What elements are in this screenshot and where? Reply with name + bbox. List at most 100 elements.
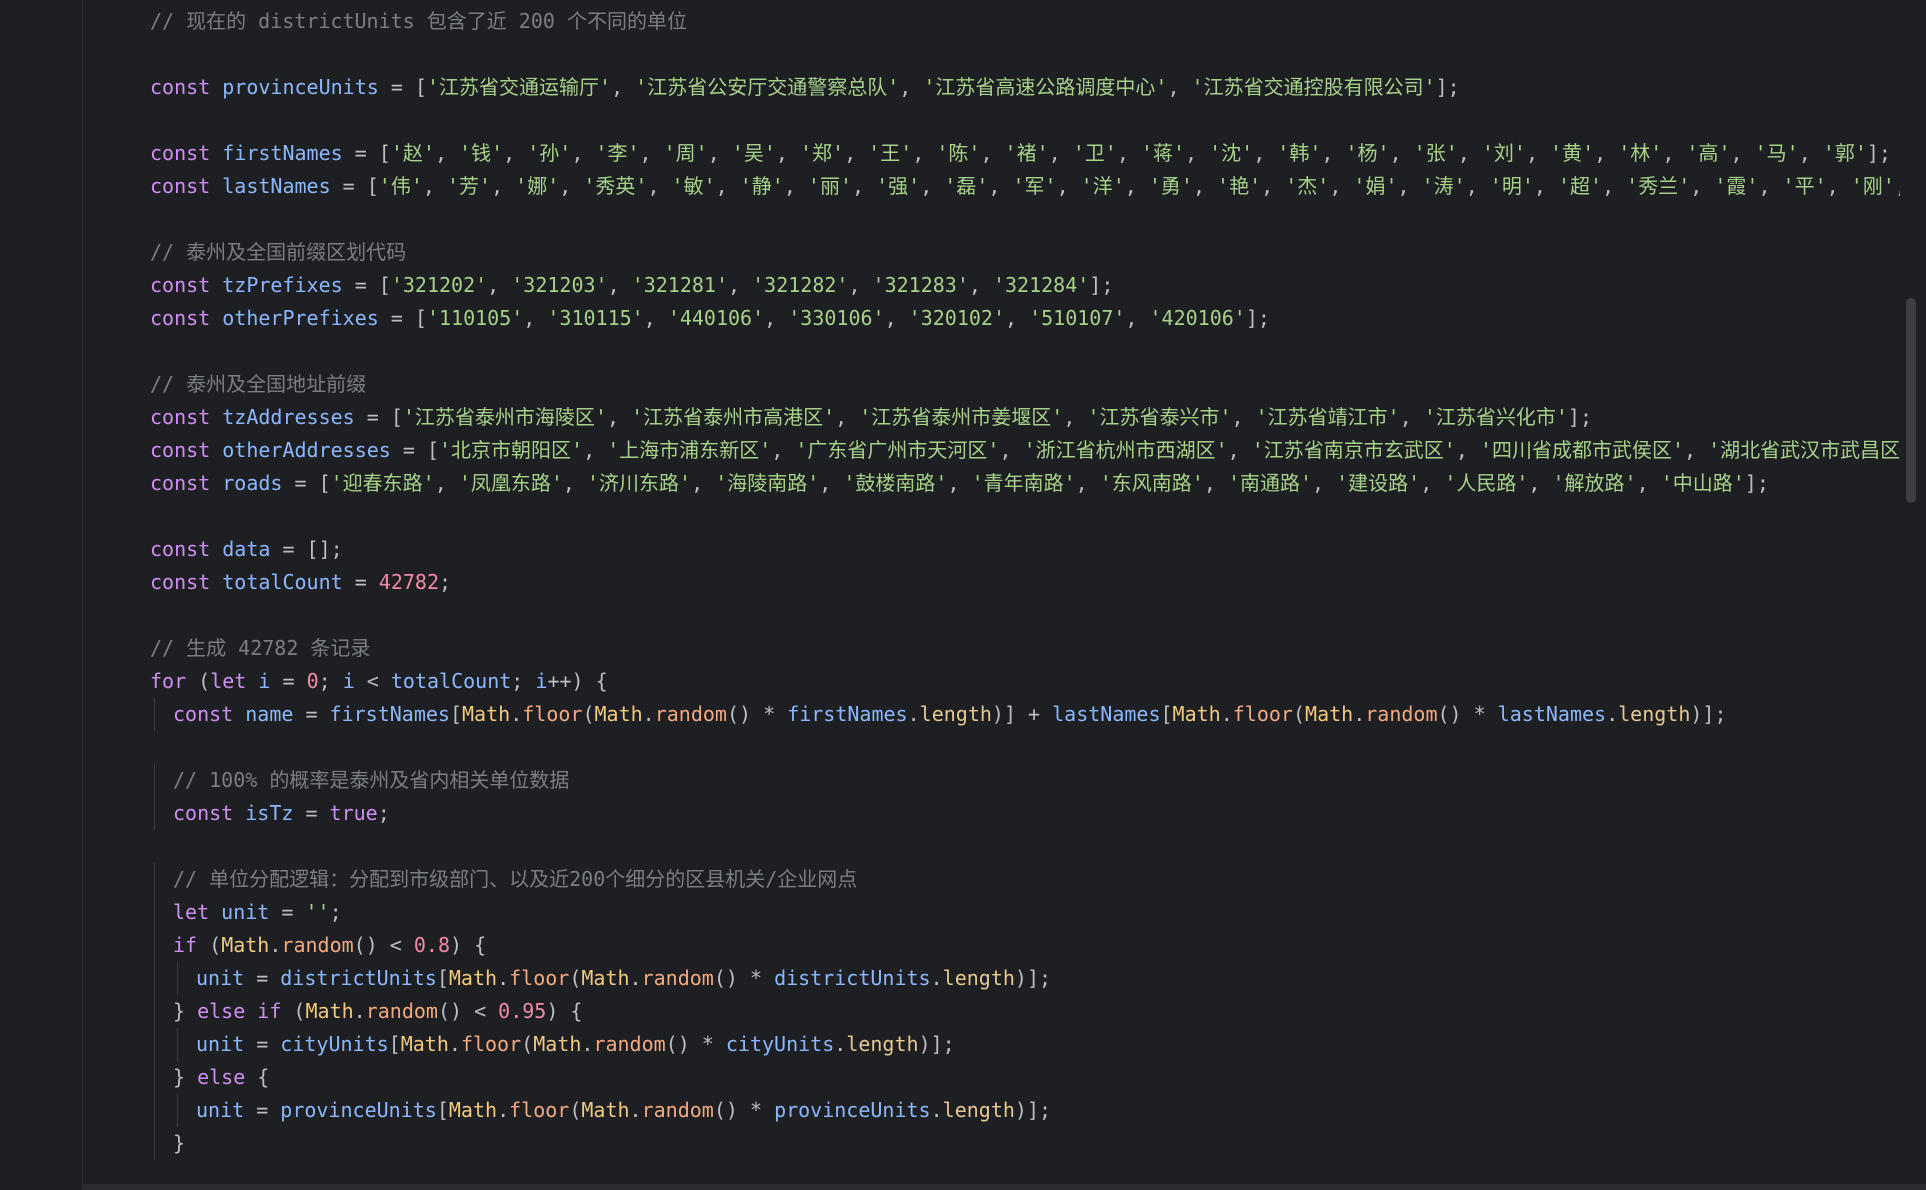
code-token: . xyxy=(1220,702,1233,726)
code-line[interactable]: 124 xyxy=(83,335,1900,368)
code-token: , xyxy=(639,141,664,165)
indent-guide xyxy=(154,896,155,929)
code-token: '强' xyxy=(876,174,921,198)
code-token: '王' xyxy=(868,141,913,165)
code-token: '卫' xyxy=(1072,141,1117,165)
code-line[interactable]: 139 xyxy=(83,830,1900,863)
code-text: let unit = ''; xyxy=(173,896,342,929)
code-token: , xyxy=(1227,438,1252,462)
code-token: , xyxy=(647,174,672,198)
code-token: '伟' xyxy=(378,174,423,198)
code-line[interactable]: 134for (let i = 0; i < totalCount; i++) … xyxy=(83,665,1900,698)
code-token: '广东省广州市天河区' xyxy=(795,438,1000,462)
code-token: provinceUnits xyxy=(280,1098,437,1122)
code-line[interactable]: 115 xyxy=(83,38,1900,71)
code-line[interactable]: 130const data = []; xyxy=(83,533,1900,566)
code-line[interactable]: 129 xyxy=(83,500,1900,533)
code-token: else if xyxy=(197,999,282,1023)
code-token: , xyxy=(691,471,716,495)
code-text: } else { xyxy=(173,1061,269,1094)
code-token: if xyxy=(173,933,198,957)
code-token: ]; xyxy=(1567,405,1592,429)
code-token: , xyxy=(1798,141,1823,165)
code-token: ]; xyxy=(1866,141,1891,165)
code-token: '刚' xyxy=(1850,174,1895,198)
code-line[interactable]: 141let unit = ''; xyxy=(83,896,1900,929)
code-token: . xyxy=(1606,702,1619,726)
code-token: , xyxy=(1525,141,1551,165)
code-token: () * xyxy=(1437,702,1498,726)
code-line[interactable]: 140// 单位分配逻辑：分配到市级部门、以及近200个细分的区县机关/企业网点 xyxy=(83,863,1900,896)
code-token: '青年南路' xyxy=(971,471,1076,495)
code-line[interactable]: 125// 泰州及全国地址前缀 xyxy=(83,368,1900,401)
horizontal-scrollbar[interactable] xyxy=(83,1184,1926,1190)
code-line[interactable]: 136 xyxy=(83,731,1900,764)
code-token: , xyxy=(844,141,869,165)
code-line[interactable]: 147unit = provinceUnits[Math.floor(Math.… xyxy=(83,1094,1900,1127)
code-line[interactable]: 114// 现在的 districtUnits 包含了近 200 个不同的单位 xyxy=(83,5,1900,38)
code-token: , xyxy=(1690,174,1715,198)
code-token: length xyxy=(1618,702,1691,726)
code-token: . xyxy=(269,933,282,957)
code-text: if (Math.random() < 0.8) { xyxy=(173,929,486,962)
code-line[interactable]: 135const name = firstNames[Math.floor(Ma… xyxy=(83,698,1900,731)
code-token: '解放路' xyxy=(1552,471,1637,495)
code-token: random xyxy=(1365,702,1438,726)
code-line[interactable]: 122const tzPrefixes = ['321202', '321203… xyxy=(83,269,1900,302)
code-token: = [ xyxy=(378,75,427,99)
code-line[interactable]: 132 xyxy=(83,599,1900,632)
code-line[interactable]: 118const firstNames = ['赵', '钱', '孙', '李… xyxy=(83,137,1900,170)
code-line[interactable]: 117 xyxy=(83,104,1900,137)
code-token: = []; xyxy=(270,537,343,561)
code-line[interactable]: 143unit = districtUnits[Math.floor(Math.… xyxy=(83,962,1900,995)
code-line[interactable]: 144} else if (Math.random() < 0.95) { xyxy=(83,995,1900,1028)
code-line[interactable]: 145unit = cityUnits[Math.floor(Math.rand… xyxy=(83,1028,1900,1061)
code-text: const provinceUnits = ['江苏省交通运输厅', '江苏省公… xyxy=(150,71,1460,104)
code-token: 0 xyxy=(306,669,319,693)
code-editor[interactable]: 114// 现在的 districtUnits 包含了近 200 个不同的单位1… xyxy=(0,0,1926,1190)
code-line[interactable]: 126const tzAddresses = ['江苏省泰州市海陵区', '江苏… xyxy=(83,401,1900,434)
code-token: . xyxy=(497,966,510,990)
line-number-gutter xyxy=(0,0,83,1190)
code-line[interactable]: 119const lastNames = ['伟', '芳', '娜', '秀英… xyxy=(83,170,1900,203)
code-text: } xyxy=(173,1127,185,1160)
code-token: = [ xyxy=(354,405,403,429)
code-token: otherAddresses xyxy=(222,438,391,462)
code-line[interactable]: 133// 生成 42782 条记录 xyxy=(83,632,1900,665)
code-token: '吴' xyxy=(731,141,776,165)
vertical-scrollbar-thumb[interactable] xyxy=(1906,298,1916,503)
code-token: const xyxy=(150,141,223,165)
code-token: , xyxy=(783,174,808,198)
code-line[interactable]: 127const otherAddresses = ['北京市朝阳区', '上海… xyxy=(83,434,1900,467)
code-line[interactable]: 120 xyxy=(83,203,1900,236)
code-token: '东风南路' xyxy=(1099,471,1204,495)
code-token: )]; xyxy=(1014,1098,1052,1122)
code-area[interactable]: 114// 现在的 districtUnits 包含了近 200 个不同的单位1… xyxy=(83,0,1900,1190)
code-token: [ xyxy=(388,1032,401,1056)
code-token: = xyxy=(244,966,281,990)
code-token: 42782 xyxy=(378,570,440,594)
code-token: = xyxy=(244,1098,281,1122)
code-line[interactable]: 131const totalCount = 42782; xyxy=(83,566,1900,599)
code-token: . xyxy=(497,1098,510,1122)
code-line[interactable]: 116const provinceUnits = ['江苏省交通运输厅', '江… xyxy=(83,71,1900,104)
code-line[interactable]: 142if (Math.random() < 0.8) { xyxy=(83,929,1900,962)
code-line[interactable]: 146} else { xyxy=(83,1061,1900,1094)
code-line[interactable]: 128const roads = ['迎春东路', '凤凰东路', '济川东路'… xyxy=(83,467,1900,500)
code-token: , xyxy=(643,306,668,330)
code-token: '褚' xyxy=(1004,141,1049,165)
code-token: for xyxy=(150,669,187,693)
code-line[interactable]: 123const otherPrefixes = ['110105', '310… xyxy=(83,302,1900,335)
code-token: . xyxy=(1353,702,1366,726)
code-line[interactable]: 137// 100% 的概率是泰州及省内相关单位数据 xyxy=(83,764,1900,797)
code-token: totalCount xyxy=(222,570,343,594)
code-token: '孙' xyxy=(527,141,572,165)
code-token: '艳' xyxy=(1217,174,1262,198)
code-token: , xyxy=(1321,141,1346,165)
code-token: floor xyxy=(522,702,583,726)
code-line[interactable]: 138const isTz = true; xyxy=(83,797,1900,830)
code-line[interactable]: 121// 泰州及全国前缀区划代码 xyxy=(83,236,1900,269)
code-token: [ xyxy=(449,702,463,726)
code-token: '江苏省泰州市姜堰区' xyxy=(859,405,1064,429)
code-line[interactable]: 148} xyxy=(83,1127,1900,1160)
